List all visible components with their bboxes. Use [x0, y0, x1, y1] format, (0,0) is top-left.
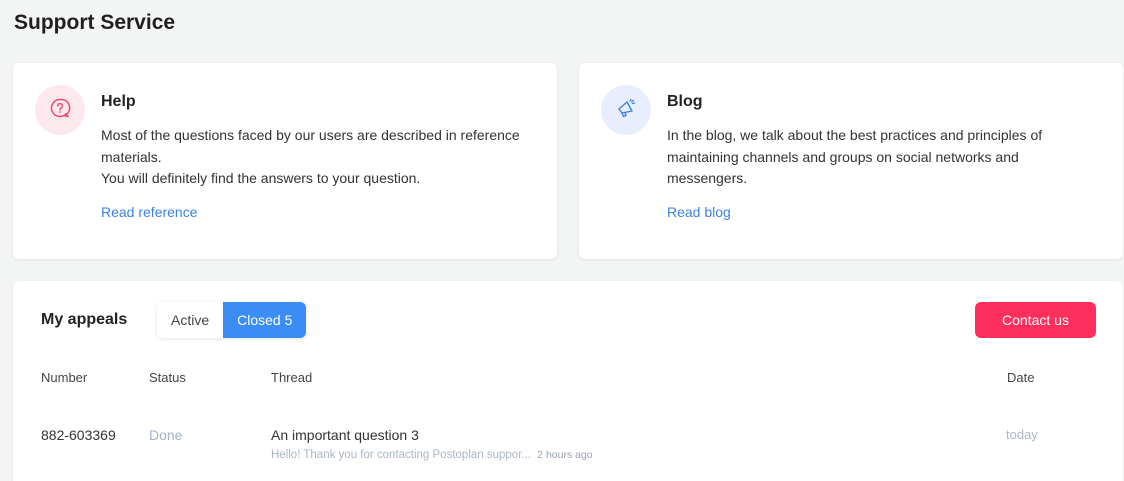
- appeal-thread-preview-line: Hello! Thank you for contacting Postopla…: [271, 449, 593, 461]
- column-header-status: Status: [149, 370, 186, 385]
- help-icon-circle: [35, 85, 85, 135]
- column-header-number: Number: [41, 370, 88, 385]
- read-blog-link[interactable]: Read blog: [667, 204, 731, 220]
- contact-us-button[interactable]: Contact us: [975, 302, 1096, 338]
- blog-text-line: maintaining channels and groups on socia…: [667, 148, 1019, 165]
- blog-description: In the blog, we talk about the best prac…: [667, 125, 1107, 190]
- help-title: Help: [101, 93, 136, 110]
- question-bubble-icon: [49, 97, 71, 124]
- read-reference-link[interactable]: Read reference: [101, 204, 198, 220]
- appeal-date: today: [1006, 427, 1038, 442]
- help-description: Most of the questions faced by our users…: [101, 125, 541, 190]
- appeal-status: Done: [149, 427, 183, 443]
- tab-closed[interactable]: Closed 5: [223, 302, 307, 338]
- page-title: Support Service: [14, 11, 176, 34]
- blog-card: Blog In the blog, we talk about the best…: [579, 63, 1123, 259]
- help-text-line: materials.: [101, 148, 162, 165]
- help-text-line: Most of the questions faced by our users…: [101, 127, 520, 143]
- appeal-thread-preview: Hello! Thank you for contacting Postopla…: [271, 449, 531, 461]
- tab-active[interactable]: Active: [157, 302, 224, 338]
- megaphone-icon: [615, 97, 637, 124]
- blog-text-line: In the blog, we talk about the best prac…: [667, 127, 1043, 143]
- appeals-panel: My appeals Active Closed 5 Contact us Nu…: [13, 281, 1123, 481]
- appeal-number: 882-603369: [41, 427, 116, 443]
- blog-icon-circle: [601, 85, 651, 135]
- help-text-line: You will definitely find the answers to …: [101, 170, 421, 186]
- appeals-title: My appeals: [41, 311, 128, 328]
- help-card: Help Most of the questions faced by our …: [13, 63, 557, 259]
- column-header-thread: Thread: [271, 370, 313, 385]
- appeals-tabs: Active Closed 5: [157, 302, 307, 338]
- blog-title: Blog: [667, 93, 703, 110]
- appeal-thread-title[interactable]: An important question 3: [271, 427, 419, 443]
- blog-text-line: messengers.: [667, 170, 748, 186]
- column-header-date: Date: [1007, 370, 1035, 385]
- appeal-thread-time: 2 hours ago: [537, 449, 593, 461]
